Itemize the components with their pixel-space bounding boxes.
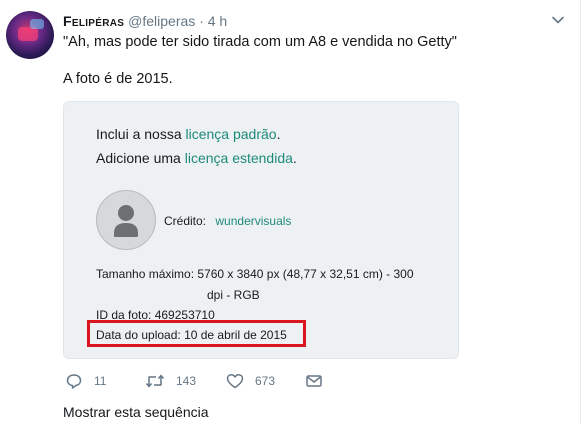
license-line-standard: Inclui a nossa licença padrão. <box>96 126 280 142</box>
max-size: Tamanho máximo: 5760 x 3840 px (48,77 x … <box>96 267 414 281</box>
chevron-down-icon[interactable] <box>551 13 565 27</box>
author-name[interactable]: Felipéras <box>63 13 124 29</box>
avatar-detail <box>18 27 38 41</box>
separator: · <box>199 13 204 29</box>
credit-value: wundervisuals <box>215 214 292 228</box>
license-line-extended: Adicione uma licença estendida. <box>96 150 297 166</box>
person-icon-glyph <box>114 205 138 237</box>
like-count: 673 <box>255 374 276 388</box>
direct-message-button[interactable] <box>305 372 323 390</box>
highlight-box <box>87 320 306 347</box>
reply-button[interactable]: 11 <box>65 372 106 390</box>
show-thread-link[interactable]: Mostrar esta sequência <box>63 404 209 420</box>
like-icon <box>226 373 244 389</box>
retweet-button[interactable]: 143 <box>145 372 196 390</box>
tweet-header: Felipéras @feliperas · 4 h <box>63 13 227 29</box>
license-text: . <box>276 126 281 142</box>
tweet-text-line2: A foto é de 2015. <box>63 71 173 87</box>
credit-label: Crédito: <box>164 214 207 228</box>
embedded-image-card[interactable]: Inclui a nossa licença padrão. Adicione … <box>63 101 459 359</box>
license-text: Adicione uma <box>96 150 185 166</box>
tweet-text-line1: "Ah, mas pode ter sido tirada com um A8 … <box>63 34 457 50</box>
reply-count: 11 <box>94 374 107 388</box>
retweet-count: 143 <box>176 374 197 388</box>
avatar[interactable] <box>6 11 54 59</box>
tweet-actions: 11 143 673 <box>63 372 363 392</box>
license-text: Inclui a nossa <box>96 126 186 142</box>
max-size-continued: dpi - RGB <box>207 288 260 302</box>
credit-row: Crédito: wundervisuals <box>164 214 291 228</box>
like-button[interactable]: 673 <box>226 372 275 390</box>
reply-icon <box>66 374 82 389</box>
extended-license-link: licença estendida <box>184 150 293 166</box>
author-handle[interactable]: @feliperas <box>128 13 195 29</box>
person-icon <box>96 190 156 250</box>
retweet-icon <box>145 374 165 388</box>
standard-license-link: licença padrão <box>185 126 277 142</box>
tweet-time[interactable]: 4 h <box>208 13 227 29</box>
tweet[interactable]: Felipéras @feliperas · 4 h "Ah, mas pode… <box>0 0 581 424</box>
avatar-detail <box>30 19 44 29</box>
license-text: . <box>292 150 297 166</box>
message-icon <box>306 375 322 387</box>
